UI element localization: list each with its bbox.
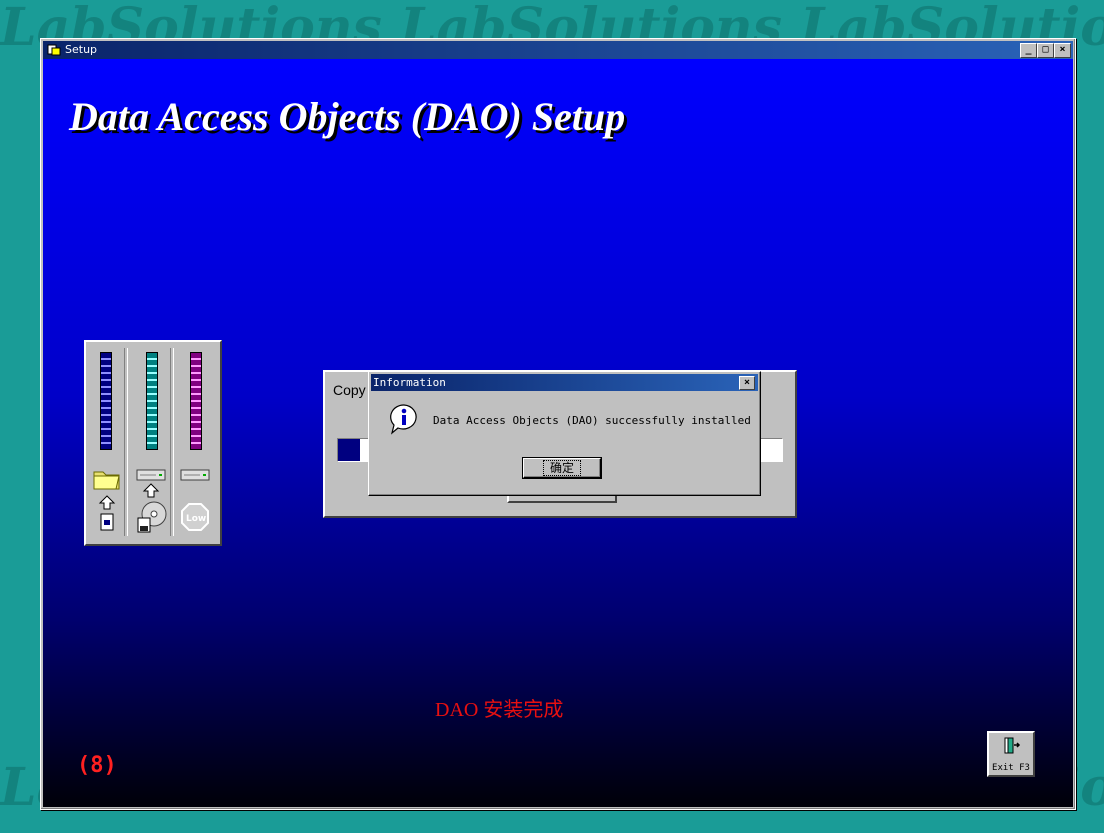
information-dialog-title[interactable]: Information ×	[371, 374, 758, 391]
information-title-text: Information	[373, 376, 446, 389]
maximize-button[interactable]: □	[1037, 43, 1054, 58]
information-close-button[interactable]: ×	[739, 376, 755, 390]
status-message: DAO 安装完成	[435, 699, 564, 721]
exit-button-label: Exit F3	[992, 763, 1030, 773]
divider	[170, 348, 174, 536]
close-button[interactable]: ×	[1054, 43, 1071, 58]
resource-meter-panel: Low	[84, 340, 222, 546]
page-title: Data Access Objects (DAO) Setup	[69, 94, 626, 139]
install-media-meter	[146, 352, 158, 450]
memory-meter	[190, 352, 202, 450]
step-number: (8)	[77, 753, 117, 778]
setup-app-icon	[47, 44, 61, 56]
window-titlebar[interactable]: Setup _ □ ×	[43, 41, 1073, 59]
copy-label: Copy	[333, 382, 366, 398]
cd-drive-icon	[136, 469, 167, 533]
info-icon	[390, 404, 417, 435]
exit-door-icon	[1004, 737, 1021, 754]
disk-space-meter	[100, 352, 112, 450]
setup-window: Setup _ □ × Data Access Objects (DAO) Se…	[40, 38, 1076, 810]
minimize-button[interactable]: _	[1020, 43, 1037, 58]
ok-button-label: 确定	[542, 460, 582, 476]
divider	[124, 348, 128, 536]
low-indicator-label: Low	[186, 514, 207, 524]
window-title: Setup	[65, 43, 98, 56]
folder-icon	[93, 471, 120, 531]
exit-button[interactable]: Exit F3	[987, 731, 1035, 777]
setup-canvas: Data Access Objects (DAO) Setup Low Copy…	[43, 59, 1073, 807]
copy-progress-fill	[338, 439, 360, 461]
information-dialog: Information × Data Access Objects (DAO) …	[368, 371, 761, 496]
ok-button[interactable]: 确定	[523, 458, 601, 478]
information-message: Data Access Objects (DAO) successfully i…	[433, 414, 751, 427]
memory-drive-icon	[180, 469, 210, 531]
